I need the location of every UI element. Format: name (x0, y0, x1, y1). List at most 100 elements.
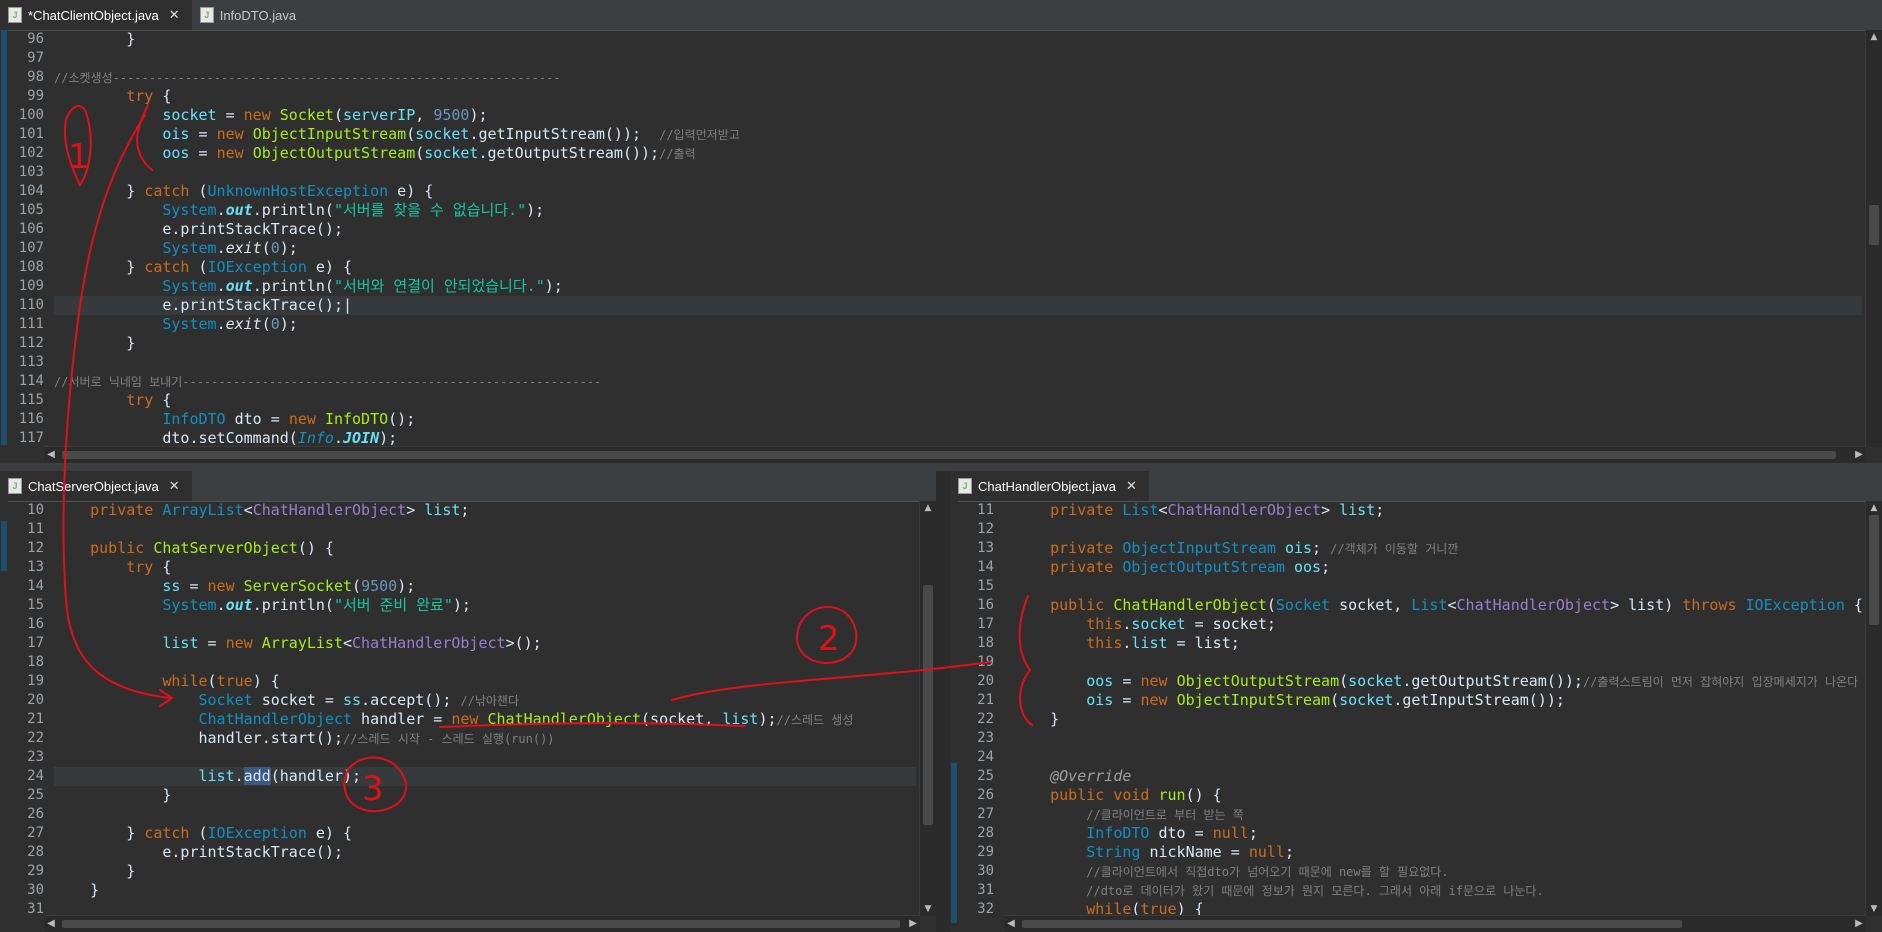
tab-chat-server-object[interactable]: J ChatServerObject.java ✕ (0, 471, 192, 501)
line-number: 32 (977, 901, 994, 917)
line-number: 14 (27, 578, 44, 594)
line-number: 97 (27, 50, 44, 66)
code-line: } (54, 786, 172, 804)
line-number: 25 (977, 768, 994, 784)
line-number: 103 (18, 164, 44, 180)
line-number: 24 (977, 749, 994, 765)
java-file-icon: J (8, 478, 22, 494)
code-line: this.list = list; (1086, 634, 1240, 652)
top-tab-bar: J *ChatClientObject.java ✕ J InfoDTO.jav… (0, 0, 1882, 31)
line-number: 105 (18, 202, 44, 218)
code-editor[interactable]: 10 11 12 13 14 15 16 17 18 19 20 21 22 23 24 25 26 27 28 29… (0, 501, 936, 932)
line-number: 99 (27, 88, 44, 104)
line-number: 20 (977, 673, 994, 689)
line-number: 26 (27, 806, 44, 822)
code-line: } catch (UnknownHostException e) { (54, 182, 434, 200)
line-number: 31 (977, 882, 994, 898)
line-number: 96 (27, 31, 44, 47)
code-line: try { (126, 87, 172, 105)
line-number: 24 (27, 768, 44, 784)
horizontal-scrollbar[interactable]: ◀ ▶ (44, 915, 920, 932)
line-number: 30 (977, 863, 994, 879)
java-file-icon: J (8, 7, 22, 23)
code-line: list = new ArrayList<ChatHandlerObject>(… (162, 634, 542, 652)
line-number: 114 (18, 373, 44, 389)
code-editor[interactable]: 11 12 13 14 15 16 17 18 19 20 21 22 23 24 25 26 27 28 29 30… (950, 501, 1882, 932)
line-number: 28 (977, 825, 994, 841)
vertical-scrollbar[interactable]: ▲ ▼ (1865, 501, 1882, 916)
code-line: Socket socket = ss.accept(); //낚아챈다 (198, 691, 520, 709)
code-line: System.out.println("서버 준비 완료"); (162, 596, 471, 614)
line-number: 10 (27, 502, 44, 518)
code-line: handler.start();//스레드 시작 - 스레드 실행(run()) (54, 729, 555, 747)
pane-divider[interactable] (0, 463, 1882, 471)
code-line: System.exit(0); (162, 239, 298, 257)
line-number: 112 (18, 335, 44, 351)
close-icon[interactable]: ✕ (169, 479, 180, 494)
code-area[interactable]: private ArrayList<ChatHandlerObject> lis… (54, 501, 916, 919)
vertical-scrollbar[interactable]: ▲ (1865, 30, 1882, 447)
line-number: 108 (18, 259, 44, 275)
code-line: ois = new ObjectInputStream(socket.getIn… (162, 125, 740, 143)
line-number: 19 (977, 654, 994, 670)
line-number: 13 (27, 559, 44, 575)
code-line: String nickName = null; (1086, 843, 1294, 861)
top-editor-pane: J *ChatClientObject.java ✕ J InfoDTO.jav… (0, 0, 1882, 463)
code-line: oos = new ObjectOutputStream(socket.getO… (1086, 672, 1859, 690)
close-icon[interactable]: ✕ (169, 8, 180, 23)
code-line: } (54, 30, 136, 48)
code-line: e.printStackTrace(); (54, 220, 343, 238)
line-number: 117 (18, 430, 44, 446)
overview-ruler (0, 30, 8, 463)
line-number: 113 (18, 354, 44, 370)
code-editor[interactable]: 96 97 98 99 100 101 102 103 104 105 106 107 108 109 11… (0, 30, 1882, 463)
code-line: private ArrayList<ChatHandlerObject> lis… (90, 501, 470, 519)
code-line-current: e.printStackTrace();| (54, 296, 1862, 315)
code-line: try { (126, 558, 172, 576)
line-number: 21 (977, 692, 994, 708)
tab-chat-client-object[interactable]: J *ChatClientObject.java ✕ (0, 0, 192, 30)
tab-label: *ChatClientObject.java (28, 7, 159, 23)
code-line-current: list.add(handler); (54, 767, 916, 786)
horizontal-scrollbar[interactable]: ◀ ▶ (44, 446, 1866, 463)
code-line: System.out.println("서버를 찾을 수 없습니다."); (162, 201, 545, 219)
java-file-icon: J (958, 478, 972, 494)
line-number: 27 (977, 806, 994, 822)
code-line: } catch (IOException e) { (54, 824, 353, 842)
line-number: 18 (977, 635, 994, 651)
code-line: public void run() { (1050, 786, 1222, 804)
tab-info-dto[interactable]: J InfoDTO.java (192, 0, 308, 30)
line-number: 20 (27, 692, 44, 708)
line-number: 29 (977, 844, 994, 860)
code-line: socket = new Socket(serverIP, 9500); (162, 106, 488, 124)
line-number: 106 (18, 221, 44, 237)
vertical-scrollbar[interactable]: ▲ ▼ (919, 501, 936, 916)
code-area[interactable]: private List<ChatHandlerObject> list; pr… (1014, 501, 1863, 919)
bottom-left-editor-pane: J ChatServerObject.java ✕ 10 11 12 13 14 15 16… (0, 471, 936, 932)
close-icon[interactable]: ✕ (1126, 479, 1137, 494)
line-number: 19 (27, 673, 44, 689)
code-area[interactable]: } //소켓생성--------------------------------… (54, 30, 1862, 448)
code-line: } (1014, 710, 1060, 728)
java-file-icon: J (199, 7, 214, 23)
overview-ruler (0, 501, 8, 932)
code-line: @Override (1050, 767, 1132, 785)
line-number: 116 (18, 411, 44, 427)
line-number: 100 (18, 107, 44, 123)
line-number: 101 (18, 126, 44, 142)
tab-chat-handler-object[interactable]: J ChatHandlerObject.java ✕ (950, 471, 1149, 501)
line-number: 98 (27, 69, 44, 85)
code-line: public ChatHandlerObject(Socket socket, … (1050, 596, 1863, 614)
horizontal-scrollbar[interactable]: ◀ ▶ (1004, 915, 1866, 932)
